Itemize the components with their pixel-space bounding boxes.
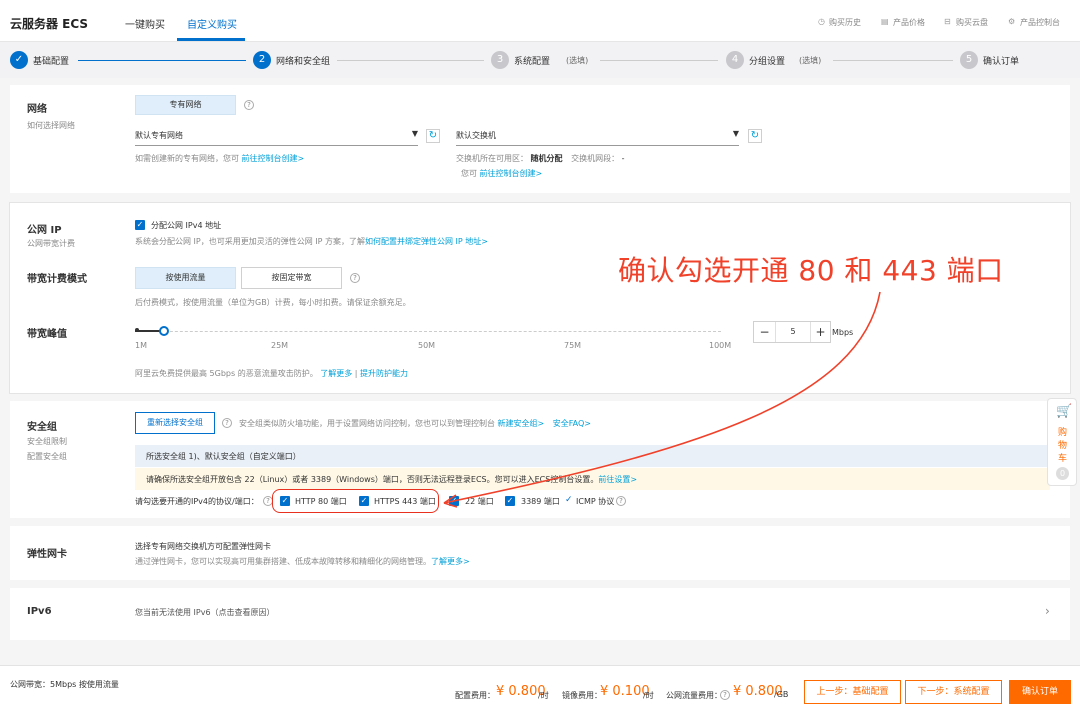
next-step-button[interactable]: 下一步：系统配置 xyxy=(905,680,1002,704)
config-fee-unit: /时 xyxy=(538,691,549,700)
traffic-fee-label: 公网流量费用： xyxy=(666,691,722,700)
prev-step-button[interactable]: 上一步：基础配置 xyxy=(804,680,901,704)
order-footer: 公网带宽：5Mbps 按使用流量 配置费用： ¥ 0.800 /时 镜像费用： … xyxy=(0,665,1080,710)
footer-summary: 公网带宽：5Mbps 按使用流量 xyxy=(10,680,119,689)
help-icon[interactable]: ? xyxy=(720,690,730,700)
config-fee-label: 配置费用： xyxy=(455,691,495,700)
confirm-order-button[interactable]: 确认订单 xyxy=(1009,680,1071,704)
image-fee-label: 镜像费用： xyxy=(562,691,602,700)
annotation-arrow xyxy=(443,291,881,508)
image-fee-unit: /时 xyxy=(643,691,654,700)
traffic-fee-unit: /GB xyxy=(774,690,789,699)
